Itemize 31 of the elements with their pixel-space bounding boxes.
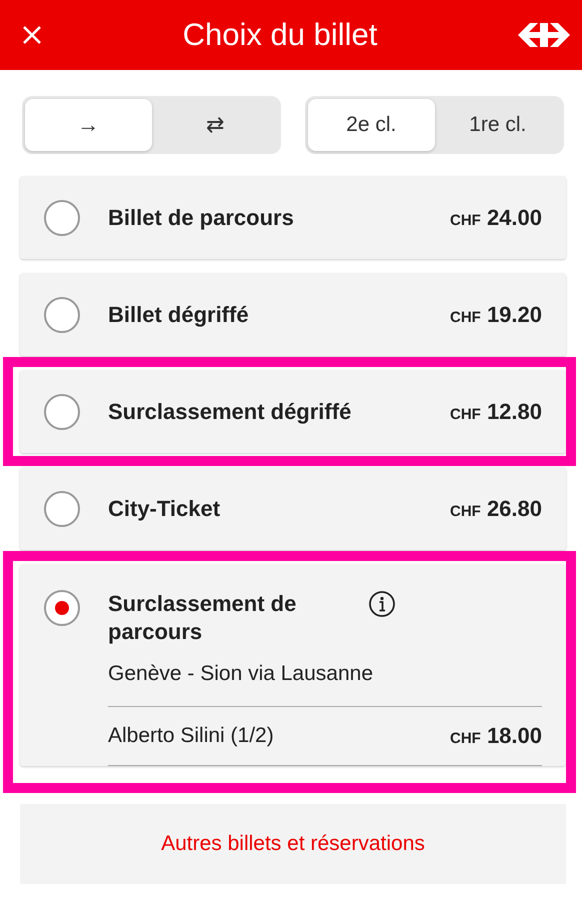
radio-button[interactable]	[44, 296, 80, 332]
ticket-price: CHF 26.80	[450, 496, 542, 522]
radio-button[interactable]	[44, 490, 80, 526]
route-text: Genève - Sion via Lausanne	[108, 662, 542, 707]
ticket-card[interactable]: Billet dégriffé CHF 19.20	[20, 273, 566, 356]
double-arrow-logo-icon	[518, 21, 570, 49]
ticket-name: Surclassement dégriffé	[108, 398, 352, 424]
more-tickets-link[interactable]: Autres billets et réservations	[161, 832, 425, 856]
class-option[interactable]: 2e cl.	[308, 99, 434, 151]
passenger-name: Alberto Silini (1/2)	[108, 724, 274, 748]
info-icon[interactable]	[368, 590, 396, 618]
direction-option[interactable]: ⇄	[152, 99, 278, 151]
ticket-name: Billet dégriffé	[108, 302, 250, 328]
ticket-card[interactable]: Surclassement dégriffé CHF 12.80	[20, 370, 566, 453]
ticket-price: CHF 19.20	[450, 302, 542, 328]
radio-button[interactable]	[44, 394, 80, 430]
ticket-card[interactable]: Surclassement de parcours Genève - Sion via Lausanne Alberto Silini (1/2) CHF 18.00	[20, 564, 566, 766]
ticket-price: CHF 18.00	[450, 723, 542, 749]
close-icon[interactable]	[22, 25, 42, 45]
screen-title: Choix du billet	[182, 17, 378, 53]
class-option[interactable]: 1re cl.	[434, 99, 561, 151]
ticket-price: CHF 24.00	[450, 204, 542, 230]
ticket-name: Billet de parcours	[108, 204, 295, 230]
radio-button[interactable]	[44, 590, 80, 626]
direction-option[interactable]: →	[25, 99, 152, 151]
radio-button[interactable]	[44, 200, 80, 236]
ticket-name: Surclassement de parcours	[108, 590, 298, 646]
ticket-price: CHF 12.80	[450, 398, 542, 424]
ticket-name: City-Ticket	[108, 496, 222, 522]
ticket-card[interactable]: Billet de parcours CHF 24.00	[20, 176, 566, 259]
ticket-card[interactable]: City-Ticket CHF 26.80	[20, 467, 566, 550]
